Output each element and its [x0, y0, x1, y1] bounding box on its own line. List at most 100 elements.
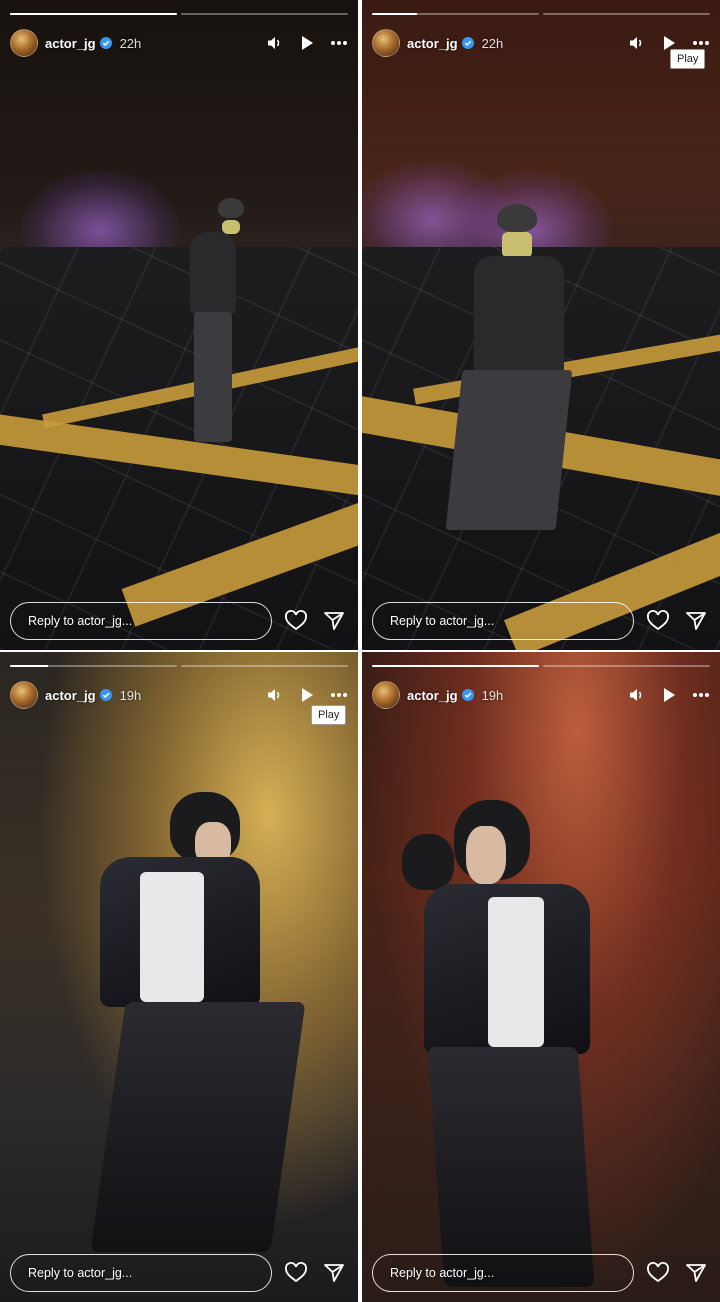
reply-placeholder: Reply to actor_jg...	[390, 614, 495, 628]
story-panel-2[interactable]: actor_jg 22h Play Reply to actor_jg...	[362, 0, 720, 650]
post-time: 19h	[119, 687, 142, 703]
footer-actions	[646, 1261, 708, 1285]
performer-shirt	[140, 872, 204, 1002]
mute-button[interactable]	[628, 686, 646, 704]
story-progress	[10, 665, 348, 667]
mute-button[interactable]	[266, 686, 284, 704]
username[interactable]: actor_jg	[45, 36, 96, 51]
send-icon[interactable]	[322, 609, 346, 633]
post-time: 19h	[481, 687, 504, 703]
heart-icon[interactable]	[284, 1261, 308, 1285]
story-progress	[372, 13, 710, 15]
story-media	[362, 652, 720, 1302]
username[interactable]: actor_jg	[407, 688, 458, 703]
story-progress	[372, 665, 710, 667]
performer-face	[466, 826, 506, 884]
send-icon[interactable]	[684, 1261, 708, 1285]
progress-fill	[10, 13, 177, 15]
heart-icon[interactable]	[284, 609, 308, 633]
progress-fill	[372, 13, 418, 15]
story-panel-1[interactable]: actor_jg 22h Reply to actor_jg...	[0, 0, 358, 650]
heart-icon[interactable]	[646, 1261, 670, 1285]
verified-badge-icon	[461, 37, 474, 49]
reply-input[interactable]: Reply to actor_jg...	[10, 602, 272, 640]
play-tooltip: Play	[311, 705, 347, 725]
progress-segment	[181, 13, 348, 15]
person-head	[218, 198, 244, 218]
progress-fill	[372, 665, 539, 667]
reply-placeholder: Reply to actor_jg...	[28, 614, 133, 628]
play-button[interactable]	[298, 686, 316, 704]
story-header: actor_jg 19h	[10, 680, 348, 710]
story-media	[0, 652, 358, 1302]
send-icon[interactable]	[322, 1261, 346, 1285]
progress-segment	[10, 13, 177, 15]
speaker-icon	[630, 689, 642, 701]
reply-input[interactable]: Reply to actor_jg...	[372, 1254, 634, 1292]
person-torso	[190, 232, 236, 314]
person-torso	[474, 256, 564, 386]
story-media	[0, 0, 358, 650]
verified-badge-icon	[99, 689, 112, 701]
username[interactable]: actor_jg	[407, 36, 458, 51]
progress-segment	[10, 665, 177, 667]
reply-input[interactable]: Reply to actor_jg...	[372, 602, 634, 640]
story-footer: Reply to actor_jg...	[10, 1254, 346, 1292]
progress-segment	[372, 665, 539, 667]
more-button[interactable]	[692, 686, 710, 704]
verified-badge-icon	[461, 689, 474, 701]
face-mask	[502, 232, 532, 258]
story-footer: Reply to actor_jg...	[10, 602, 346, 640]
play-icon	[302, 688, 313, 702]
story-header: actor_jg 22h	[10, 28, 348, 58]
play-icon	[302, 36, 313, 50]
more-icon	[331, 693, 347, 697]
avatar[interactable]	[10, 29, 38, 57]
story-footer: Reply to actor_jg...	[372, 1254, 708, 1292]
speaker-icon	[268, 37, 280, 49]
reply-placeholder: Reply to actor_jg...	[28, 1266, 133, 1280]
heart-icon[interactable]	[646, 609, 670, 633]
more-icon	[331, 41, 347, 45]
person-legs	[445, 370, 573, 530]
reply-placeholder: Reply to actor_jg...	[390, 1266, 495, 1280]
play-tooltip: Play	[670, 49, 706, 69]
post-time: 22h	[481, 35, 504, 51]
progress-fill	[10, 665, 49, 667]
person-legs	[194, 312, 232, 442]
play-button[interactable]	[660, 686, 678, 704]
story-controls	[266, 34, 348, 52]
progress-segment	[543, 13, 710, 15]
username[interactable]: actor_jg	[45, 688, 96, 703]
story-progress	[10, 13, 348, 15]
performer-shirt	[488, 897, 544, 1047]
person-head	[402, 834, 454, 890]
story-panel-4[interactable]: actor_jg 19h Reply to actor_jg...	[362, 652, 720, 1302]
face-mask	[222, 220, 240, 234]
footer-actions	[284, 609, 346, 633]
more-button[interactable]	[330, 34, 348, 52]
post-time: 22h	[119, 35, 142, 51]
play-icon	[664, 688, 675, 702]
footer-actions	[284, 1261, 346, 1285]
play-button[interactable]	[298, 34, 316, 52]
performer-pants	[427, 1047, 595, 1287]
story-media	[362, 0, 720, 650]
speaker-icon	[268, 689, 280, 701]
send-icon[interactable]	[684, 609, 708, 633]
performer-pants	[90, 1002, 306, 1252]
progress-segment	[372, 13, 539, 15]
more-icon	[693, 41, 709, 45]
avatar[interactable]	[372, 681, 400, 709]
more-icon	[693, 693, 709, 697]
mute-button[interactable]	[266, 34, 284, 52]
avatar[interactable]	[372, 29, 400, 57]
progress-segment	[543, 665, 710, 667]
mute-button[interactable]	[628, 34, 646, 52]
story-panel-3[interactable]: actor_jg 19h Play Reply to actor_jg...	[0, 652, 358, 1302]
avatar[interactable]	[10, 681, 38, 709]
reply-input[interactable]: Reply to actor_jg...	[10, 1254, 272, 1292]
speaker-icon	[630, 37, 642, 49]
more-button[interactable]	[330, 686, 348, 704]
story-footer: Reply to actor_jg...	[372, 602, 708, 640]
